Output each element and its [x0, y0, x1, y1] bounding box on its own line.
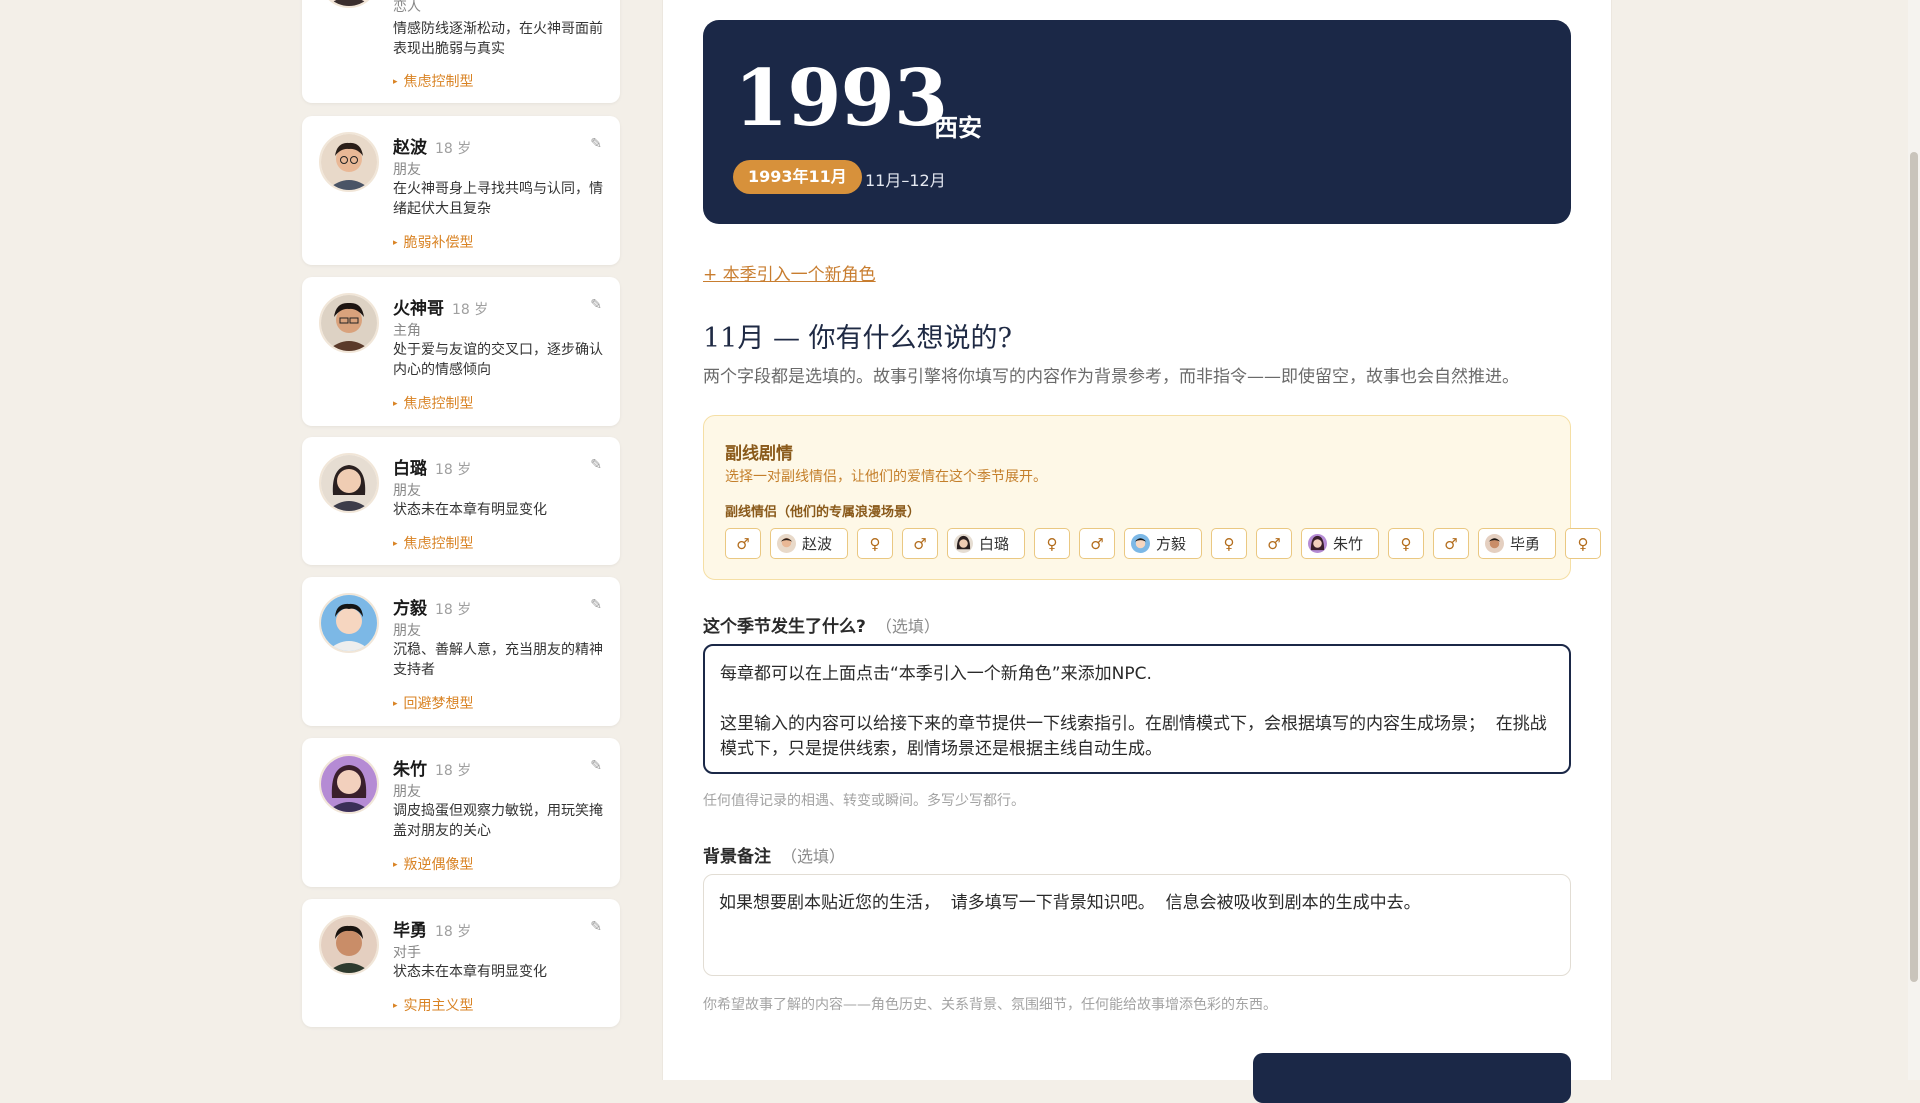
character-age: 18 岁 [435, 924, 472, 940]
edit-icon[interactable]: ✎ [590, 136, 602, 152]
pair-character-chip[interactable]: 方毅 [1124, 528, 1202, 559]
month-question-title: 11月 — 你有什么想说的? [703, 323, 1012, 354]
female-toggle[interactable]: ♀ [1034, 528, 1070, 559]
edit-icon[interactable]: ✎ [590, 919, 602, 935]
character-desc: 处于爱与友谊的交叉口，逐步确认内心的情感倾向 [393, 342, 603, 378]
character-type-tag: ▸ 焦虑控制型 [393, 396, 474, 412]
edit-icon[interactable]: ✎ [590, 758, 602, 774]
background-notes-textarea[interactable]: 如果想要剧本贴近您的生活， 请多填写一下背景知识吧。 信息会被吸收到剧本的生成中… [703, 874, 1571, 976]
character-role: 恋人 [393, 0, 421, 15]
background-notes-hint: 你希望故事了解的内容——角色历史、关系背景、氛围细节，任何能给故事增添色彩的东西… [703, 997, 1277, 1013]
character-card[interactable]: 赵波 18 岁 ✎ 朋友 在火神哥身上寻找共鸣与认同，情绪起伏大且复杂 ▸ 脆弱补偿… [302, 116, 620, 265]
scrollbar[interactable] [1908, 0, 1920, 1080]
character-role: 主角 [393, 323, 421, 339]
season-events-textarea[interactable]: 每章都可以在上面点击“本季引入一个新角色”来添加NPC. 这里输入的内容可以给接… [703, 644, 1571, 774]
subplot-title: 副线剧情 [725, 444, 793, 464]
avatar [319, 593, 379, 653]
character-type-tag: ▸ 叛逆偶像型 [393, 857, 474, 873]
pair-character-chip[interactable]: 朱竹 [1301, 528, 1379, 559]
male-toggle[interactable]: ♂ [1256, 528, 1292, 559]
female-toggle[interactable]: ♀ [1211, 528, 1247, 559]
year-title: 1993 [734, 53, 948, 144]
city-label: 西安 [934, 114, 982, 142]
character-type-tag: ▸ 回避梦想型 [393, 696, 474, 712]
character-role: 对手 [393, 945, 421, 961]
female-toggle[interactable]: ♀ [857, 528, 893, 559]
edit-icon[interactable]: ✎ [590, 597, 602, 613]
avatar [319, 293, 379, 353]
current-month-pill: 1993年11月 [733, 160, 862, 194]
character-type-tag: ▸ 实用主义型 [393, 998, 474, 1014]
character-type-tag: ▸ 焦虑控制型 [393, 74, 474, 90]
scrollbar-thumb[interactable] [1910, 152, 1918, 982]
character-role: 朋友 [393, 162, 421, 178]
character-role: 朋友 [393, 483, 421, 499]
submit-button[interactable] [1253, 1053, 1571, 1103]
pair-character-chip[interactable]: 白璐 [947, 528, 1025, 559]
character-desc: 沉稳、善解人意，充当朋友的精神支持者 [393, 642, 603, 678]
edit-icon[interactable]: ✎ [590, 297, 602, 313]
season-events-label: 这个季节发生了什么? （选填） [703, 617, 940, 637]
background-notes-label: 背景备注 （选填） [703, 847, 846, 867]
character-name: 朱竹 18 岁 [393, 760, 472, 780]
character-desc: 状态未在本章有明显变化 [393, 502, 547, 518]
month-question-subtitle: 两个字段都是选填的。故事引擎将你填写的内容作为背景参考，而非指令——即使留空，故… [703, 367, 1519, 387]
male-toggle[interactable]: ♂ [902, 528, 938, 559]
character-age: 18 岁 [435, 763, 472, 779]
avatar [1131, 534, 1150, 553]
subplot-pairs-label: 副线情侣（他们的专属浪漫场景） [725, 505, 921, 520]
character-name: 毕勇 18 岁 [393, 921, 472, 941]
pair-character-chip[interactable]: 毕勇 [1478, 528, 1556, 559]
character-desc: 调皮捣蛋但观察力敏锐，用玩笑掩盖对朋友的关心 [393, 803, 603, 839]
character-name: 方毅 18 岁 [393, 599, 472, 619]
character-name: 白璐 18 岁 [393, 459, 472, 479]
character-age: 18 岁 [435, 602, 472, 618]
male-toggle[interactable]: ♂ [1433, 528, 1469, 559]
pair-character-chip[interactable]: 赵波 [770, 528, 848, 559]
female-toggle[interactable]: ♀ [1565, 528, 1601, 559]
male-toggle[interactable]: ♂ [1079, 528, 1115, 559]
character-age: 18 岁 [435, 141, 472, 157]
character-card[interactable]: 恋人 情感防线逐渐松动，在火神哥面前表现出脆弱与真实 ▸ 焦虑控制型 [302, 0, 620, 103]
subplot-desc: 选择一对副线情侣，让他们的爱情在这个季节展开。 [725, 469, 1047, 485]
character-type-tag: ▸ 焦虑控制型 [393, 536, 474, 552]
season-range: 11月–12月 [865, 171, 946, 190]
character-card[interactable]: 白璐 18 岁 ✎ 朋友 状态未在本章有明显变化 ▸ 焦虑控制型 [302, 437, 620, 565]
character-role: 朋友 [393, 623, 421, 639]
character-card[interactable]: 毕勇 18 岁 ✎ 对手 状态未在本章有明显变化 ▸ 实用主义型 [302, 899, 620, 1027]
character-role: 朋友 [393, 784, 421, 800]
character-desc: 在火神哥身上寻找共鸣与认同，情绪起伏大且复杂 [393, 181, 603, 217]
avatar [319, 915, 379, 975]
avatar [319, 453, 379, 513]
character-name: 赵波 18 岁 [393, 138, 472, 158]
character-age: 18 岁 [435, 462, 472, 478]
character-card[interactable]: 火神哥 18 岁 ✎ 主角 处于爱与友谊的交叉口，逐步确认内心的情感倾向 ▸ 焦虑控… [302, 277, 620, 426]
avatar [319, 0, 379, 8]
character-desc: 状态未在本章有明显变化 [393, 964, 547, 980]
character-desc: 情感防线逐渐松动，在火神哥面前表现出脆弱与真实 [393, 21, 603, 57]
character-card[interactable]: 方毅 18 岁 ✎ 朋友 沉稳、善解人意，充当朋友的精神支持者 ▸ 回避梦想型 [302, 577, 620, 726]
edit-icon[interactable]: ✎ [590, 457, 602, 473]
avatar [1485, 534, 1504, 553]
season-header: 1993 西安 1993年11月 11月–12月 [703, 20, 1571, 224]
character-age: 18 岁 [452, 302, 489, 318]
male-toggle[interactable]: ♂ [725, 528, 761, 559]
main-panel: 1993 西安 1993年11月 11月–12月 + 本季引入一个新角色 11月… [662, 0, 1612, 1103]
avatar [1308, 534, 1327, 553]
female-toggle[interactable]: ♀ [1388, 528, 1424, 559]
add-character-link[interactable]: + 本季引入一个新角色 [703, 260, 876, 285]
avatar [319, 132, 379, 192]
character-name: 火神哥 18 岁 [393, 299, 489, 319]
character-card[interactable]: 朱竹 18 岁 ✎ 朋友 调皮捣蛋但观察力敏锐，用玩笑掩盖对朋友的关心 ▸ 叛逆偶像… [302, 738, 620, 887]
avatar [954, 534, 973, 553]
avatar [319, 754, 379, 814]
subplot-pairs: ♂ 赵波 ♀ ♂ 白璐 ♀ ♂ 方毅 ♀ ♂ 朱竹 ♀ ♂ 毕勇 ♀ [725, 528, 1601, 559]
avatar [777, 534, 796, 553]
subplot-panel: 副线剧情 选择一对副线情侣，让他们的爱情在这个季节展开。 副线情侣（他们的专属浪… [703, 415, 1601, 580]
character-type-tag: ▸ 脆弱补偿型 [393, 235, 474, 251]
season-events-hint: 任何值得记录的相遇、转变或瞬间。多写少写都行。 [703, 793, 1025, 809]
